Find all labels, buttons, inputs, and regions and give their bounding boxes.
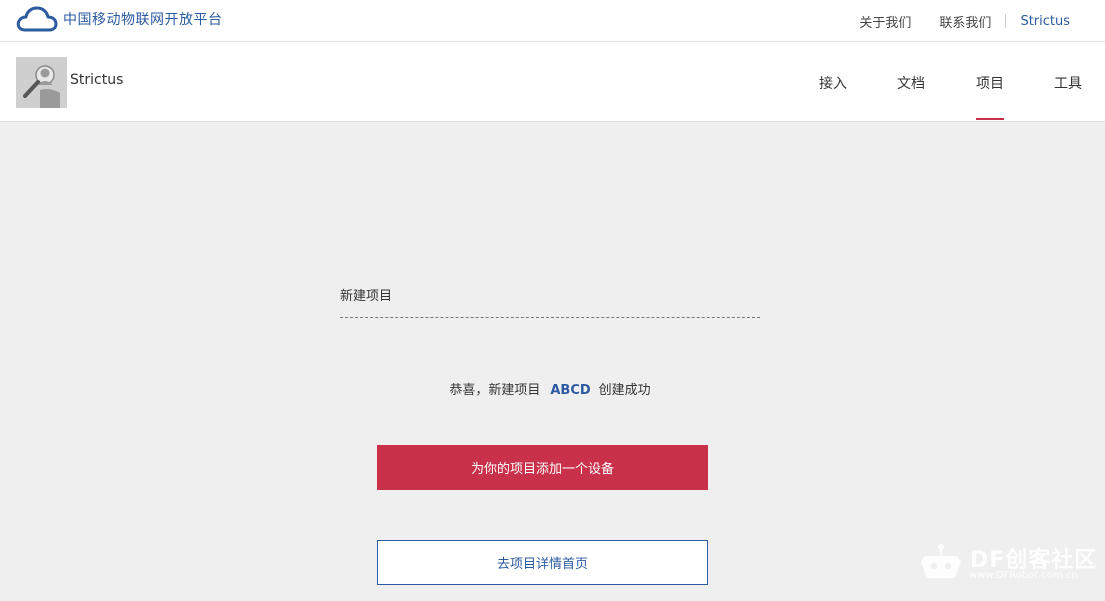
section-title: 新建项目 [340,289,393,304]
about-us-link[interactable]: 关于我们 [859,12,911,31]
nav-item-tools[interactable]: 工具 [1054,73,1082,93]
watermark-url: www.DFRobot.com.cn [969,570,1078,581]
success-suffix: 创建成功 [598,383,651,398]
project-details-button[interactable]: 去项目详情首页 [377,540,708,585]
logo-text: 中国移动物联网开放平台 [63,12,223,28]
success-prefix: 恭喜，新建项目 [449,383,541,398]
divider [1005,14,1007,28]
nav-item-docs[interactable]: 文档 [897,73,925,93]
username: Strictus [70,72,124,88]
add-device-button[interactable]: 为你的项目添加一个设备 [377,445,708,490]
top-links: 关于我们 联系我们 Strictus [859,0,1070,42]
dashed-divider [340,317,760,318]
user-link[interactable]: Strictus [1020,14,1070,29]
user-search-icon [16,57,67,108]
top-bar: 中国移动物联网开放平台 关于我们 联系我们 Strictus [0,0,1105,42]
robot-logo-icon [921,544,961,578]
avatar[interactable] [16,57,67,108]
success-message: 恭喜，新建项目 ABCD 创建成功 [0,379,1100,398]
nav-item-access[interactable]: 接入 [819,73,847,93]
main-nav-bar: Strictus 接入 文档 项目 工具 [0,42,1105,122]
contact-us-link[interactable]: 联系我们 [939,12,991,31]
project-name: ABCD [550,383,591,398]
watermark: DF创客社区 www.DFRobot.com.cn [915,540,1105,590]
platform-logo[interactable]: 中国移动物联网开放平台 [16,5,223,33]
nav-item-projects[interactable]: 项目 [976,73,1004,93]
cloud-icon [16,6,58,32]
nav-active-indicator [976,118,1004,120]
